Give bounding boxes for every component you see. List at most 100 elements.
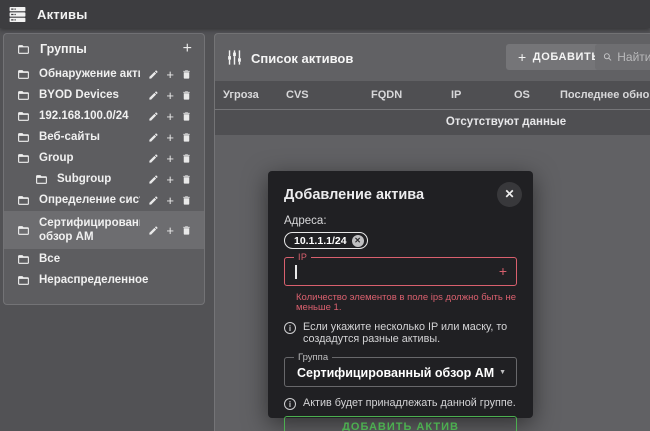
edit-icon[interactable] <box>148 153 159 164</box>
sidebar-item-label: Group <box>39 151 140 165</box>
folder-open-icon <box>16 194 31 207</box>
address-chip[interactable]: 10.1.1.1/24 ✕ <box>284 232 368 249</box>
group-hint-text: Актив будет принадлежать данной группе. <box>303 397 516 409</box>
add-group-button[interactable]: + <box>183 41 192 57</box>
add-subgroup-icon[interactable]: + <box>166 68 174 81</box>
add-ip-icon[interactable]: + <box>499 263 507 279</box>
add-subgroup-icon[interactable]: + <box>166 110 174 123</box>
group-select[interactable]: Группа Сертифицированный обзор АМ ▼ <box>284 357 517 387</box>
folder-open-icon <box>16 224 31 237</box>
sidebar-item-certified-review[interactable]: Сертифицированный обзор АМ + <box>4 211 204 249</box>
chip-remove-icon[interactable]: ✕ <box>352 235 364 247</box>
edit-icon[interactable] <box>148 69 159 80</box>
search-box[interactable] <box>595 44 650 70</box>
assets-app-icon <box>8 5 27 24</box>
item-actions: + <box>148 194 192 207</box>
filters-icon <box>226 49 243 66</box>
item-actions: + <box>148 89 192 102</box>
assets-list-title: Список активов <box>251 51 353 66</box>
item-actions: + <box>148 173 192 186</box>
column-last-update[interactable]: Последнее обновление <box>560 89 650 101</box>
sidebar-item-label: BYOD Devices <box>39 88 140 102</box>
assets-table: Угроза CVS FQDN IP OS Последнее обновлен… <box>215 81 650 135</box>
assets-header: Список активов + ДОБАВИТЬ <box>215 34 650 81</box>
sidebar-item-label: Все <box>39 252 192 266</box>
address-chip-value: 10.1.1.1/24 <box>294 235 347 247</box>
group-select-value: Сертифицированный обзор АМ <box>297 366 494 380</box>
edit-icon[interactable] <box>148 132 159 143</box>
folder-open-icon <box>16 68 31 81</box>
ip-input[interactable]: IP + <box>284 257 517 286</box>
edit-icon[interactable] <box>148 111 159 122</box>
sidebar-item-all[interactable]: Все <box>4 249 204 270</box>
sidebar-item-websites[interactable]: Веб-сайты + <box>4 127 204 148</box>
column-os[interactable]: OS <box>514 89 560 101</box>
column-threat[interactable]: Угроза <box>223 89 286 101</box>
groups-header: Группы + <box>4 34 204 64</box>
item-actions: + <box>148 110 192 123</box>
modal-title: Добавление актива <box>284 186 517 204</box>
sidebar-item-label: Subgroup <box>57 172 140 186</box>
search-input[interactable] <box>617 50 650 64</box>
empty-state-text: Отсутствуют данные <box>215 110 650 135</box>
add-subgroup-icon[interactable]: + <box>166 194 174 207</box>
groups-panel: Группы + Обнаружение активов + BYOD Devi… <box>3 33 205 305</box>
ip-field-label: IP <box>294 252 311 263</box>
sidebar-item-unassigned[interactable]: Нераспределенное <box>4 270 204 291</box>
column-cvs[interactable]: CVS <box>286 89 371 101</box>
submit-add-asset-button[interactable]: ДОБАВИТЬ АКТИВ <box>284 416 517 431</box>
add-subgroup-icon[interactable]: + <box>166 224 174 237</box>
sidebar-item-byod[interactable]: BYOD Devices + <box>4 85 204 106</box>
add-subgroup-icon[interactable]: + <box>166 131 174 144</box>
delete-icon[interactable] <box>181 132 192 143</box>
search-icon <box>603 51 612 63</box>
delete-icon[interactable] <box>181 225 192 236</box>
close-icon[interactable]: ✕ <box>497 182 522 207</box>
add-asset-modal: Добавление актива ✕ Адреса: 10.1.1.1/24 … <box>268 171 533 418</box>
sidebar-item-label: Определение систем <box>39 193 140 207</box>
delete-icon[interactable] <box>181 153 192 164</box>
item-actions: + <box>148 224 192 237</box>
folder-icon <box>16 43 31 56</box>
edit-icon[interactable] <box>148 195 159 206</box>
ip-hint: i Если укажите несколько IP или маску, т… <box>284 321 517 345</box>
delete-icon[interactable] <box>181 69 192 80</box>
plus-icon: + <box>518 49 527 65</box>
column-ip[interactable]: IP <box>451 89 514 101</box>
item-actions: + <box>148 68 192 81</box>
edit-icon[interactable] <box>148 225 159 236</box>
info-icon: i <box>284 398 296 410</box>
edit-icon[interactable] <box>148 90 159 101</box>
folder-open-icon <box>34 173 49 186</box>
add-asset-button-label: ДОБАВИТЬ <box>533 51 600 63</box>
addresses-label: Адреса: <box>284 215 517 228</box>
folder-open-icon <box>16 110 31 123</box>
delete-icon[interactable] <box>181 90 192 101</box>
sidebar-item-system-detection[interactable]: Определение систем + <box>4 190 204 211</box>
folder-open-icon <box>16 131 31 144</box>
sidebar-item-label: Сертифицированный обзор АМ <box>39 216 140 245</box>
column-fqdn[interactable]: FQDN <box>371 89 451 101</box>
sidebar-item-subgroup[interactable]: Subgroup + <box>4 169 204 190</box>
edit-icon[interactable] <box>148 174 159 185</box>
sidebar-item-label: 192.168.100.0/24 <box>39 109 140 123</box>
page-title: Активы <box>37 7 88 22</box>
add-subgroup-icon[interactable]: + <box>166 173 174 186</box>
add-subgroup-icon[interactable]: + <box>166 89 174 102</box>
sidebar-item-subnet[interactable]: 192.168.100.0/24 + <box>4 106 204 127</box>
folder-open-icon <box>16 152 31 165</box>
topbar: Активы <box>0 0 650 28</box>
item-actions: + <box>148 131 192 144</box>
group-hint: i Актив будет принадлежать данной группе… <box>284 397 517 410</box>
add-subgroup-icon[interactable]: + <box>166 152 174 165</box>
groups-title: Группы <box>40 42 174 56</box>
group-select-label: Группа <box>294 352 332 363</box>
delete-icon[interactable] <box>181 111 192 122</box>
sidebar-item-label: Веб-сайты <box>39 130 140 144</box>
delete-icon[interactable] <box>181 174 192 185</box>
sidebar-item-group[interactable]: Group + <box>4 148 204 169</box>
sidebar-item-label: Нераспределенное <box>39 273 192 287</box>
info-icon: i <box>284 322 296 334</box>
sidebar-item-discovery[interactable]: Обнаружение активов + <box>4 64 204 85</box>
delete-icon[interactable] <box>181 195 192 206</box>
